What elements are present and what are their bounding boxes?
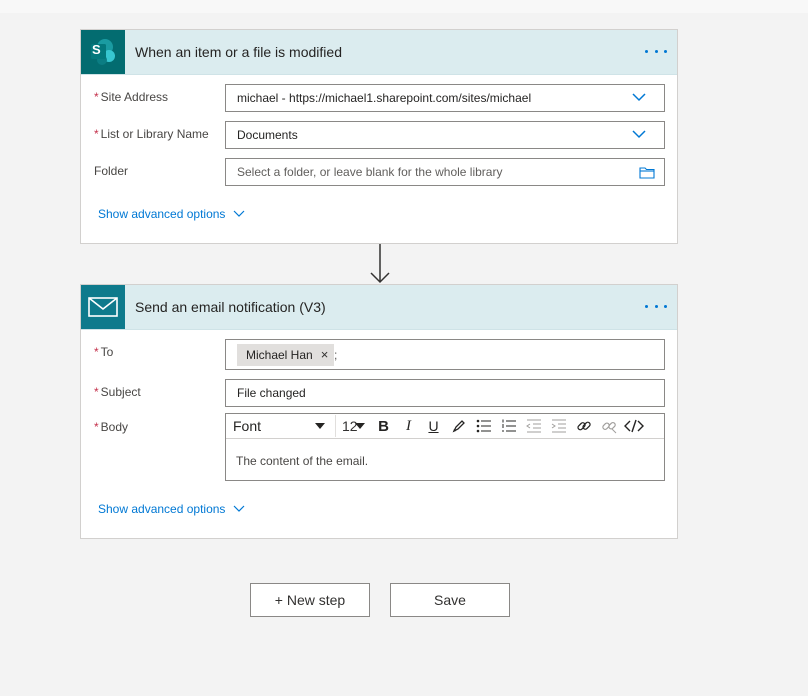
body-content[interactable]: The content of the email. xyxy=(236,454,368,468)
site-address-value: michael - https://michael1.sharepoint.co… xyxy=(237,91,532,105)
required-marker: * xyxy=(94,90,99,104)
to-input[interactable]: Michael Han × ; xyxy=(225,339,665,370)
dot-icon xyxy=(654,49,658,53)
chevron-down-icon xyxy=(234,505,245,512)
to-label-text: To xyxy=(100,345,114,359)
text-color-icon[interactable] xyxy=(446,415,471,437)
recipient-separator: ; xyxy=(334,348,338,362)
caret-down-icon xyxy=(315,423,325,429)
arrow-down-icon xyxy=(370,244,390,284)
body-editor[interactable]: Font 12 B I U The content of the email. xyxy=(225,413,665,481)
folder-label: Folder xyxy=(94,164,129,178)
trigger-title: When an item or a file is modified xyxy=(135,44,342,60)
new-step-button[interactable]: + New step xyxy=(250,583,370,617)
list-name-label: * List or Library Name xyxy=(94,127,209,141)
folder-icon[interactable] xyxy=(639,166,655,179)
editor-toolbar: Font 12 B I U xyxy=(226,414,664,439)
font-family-select[interactable]: Font xyxy=(227,415,331,437)
trigger-show-advanced-options[interactable]: Show advanced options xyxy=(98,207,245,221)
folder-input[interactable]: Select a folder, or leave blank for the … xyxy=(225,158,665,186)
dot-icon xyxy=(664,304,667,308)
site-address-label: * Site Address xyxy=(94,90,168,104)
bold-icon[interactable]: B xyxy=(371,415,396,437)
subject-input[interactable]: File changed xyxy=(225,379,665,407)
dot-icon xyxy=(654,304,658,308)
chevron-down-icon xyxy=(632,93,646,102)
unlink-icon[interactable] xyxy=(596,415,621,437)
numbered-list-icon[interactable] xyxy=(496,415,521,437)
list-name-value: Documents xyxy=(237,128,298,142)
trigger-advanced-label: Show advanced options xyxy=(98,207,226,221)
trigger-more-options-button[interactable] xyxy=(645,44,667,58)
font-size-select[interactable]: 12 xyxy=(335,415,371,437)
site-address-label-text: Site Address xyxy=(100,90,169,104)
chevron-down-icon xyxy=(632,130,646,139)
bullet-list-icon[interactable] xyxy=(471,415,496,437)
chevron-down-icon xyxy=(234,210,245,217)
remove-token-icon[interactable]: × xyxy=(321,344,329,366)
body-label: * Body xyxy=(94,420,128,434)
dot-icon xyxy=(645,304,648,308)
action-advanced-label: Show advanced options xyxy=(98,502,226,516)
recipient-token: Michael Han × xyxy=(237,344,335,366)
underline-icon[interactable]: U xyxy=(421,415,446,437)
trigger-card: S When an item or a file is modified * Si… xyxy=(80,29,678,244)
action-more-options-button[interactable] xyxy=(645,299,667,313)
caret-down-icon xyxy=(355,423,365,429)
required-marker: * xyxy=(94,345,99,359)
save-button[interactable]: Save xyxy=(390,583,510,617)
sharepoint-icon-letter: S xyxy=(92,42,101,57)
subject-label: * Subject xyxy=(94,385,141,399)
recipient-token-label: Michael Han xyxy=(246,348,313,362)
list-name-dropdown[interactable]: Documents xyxy=(225,121,665,149)
mail-icon xyxy=(81,285,125,329)
body-label-text: Body xyxy=(100,420,129,434)
dot-icon xyxy=(664,49,667,53)
folder-placeholder: Select a folder, or leave blank for the … xyxy=(237,165,503,179)
required-marker: * xyxy=(94,127,99,141)
required-marker: * xyxy=(94,420,99,434)
code-view-icon[interactable] xyxy=(621,415,646,437)
trigger-card-header[interactable]: S When an item or a file is modified xyxy=(81,30,677,75)
italic-icon[interactable]: I xyxy=(396,415,421,437)
sharepoint-icon: S xyxy=(81,30,125,74)
dot-icon xyxy=(645,49,648,53)
site-address-dropdown[interactable]: michael - https://michael1.sharepoint.co… xyxy=(225,84,665,112)
top-strip xyxy=(0,0,808,13)
action-card: Send an email notification (V3) * To Mich… xyxy=(80,284,678,539)
link-icon[interactable] xyxy=(571,415,596,437)
required-marker: * xyxy=(94,385,99,399)
list-name-label-text: List or Library Name xyxy=(100,127,209,141)
action-show-advanced-options[interactable]: Show advanced options xyxy=(98,502,245,516)
increase-indent-icon[interactable] xyxy=(546,415,571,437)
decrease-indent-icon[interactable] xyxy=(521,415,546,437)
action-card-header[interactable]: Send an email notification (V3) xyxy=(81,285,677,330)
font-family-value: Font xyxy=(233,418,262,434)
subject-value: File changed xyxy=(237,386,306,400)
subject-label-text: Subject xyxy=(100,385,141,399)
action-title: Send an email notification (V3) xyxy=(135,299,326,315)
to-label: * To xyxy=(94,345,113,359)
